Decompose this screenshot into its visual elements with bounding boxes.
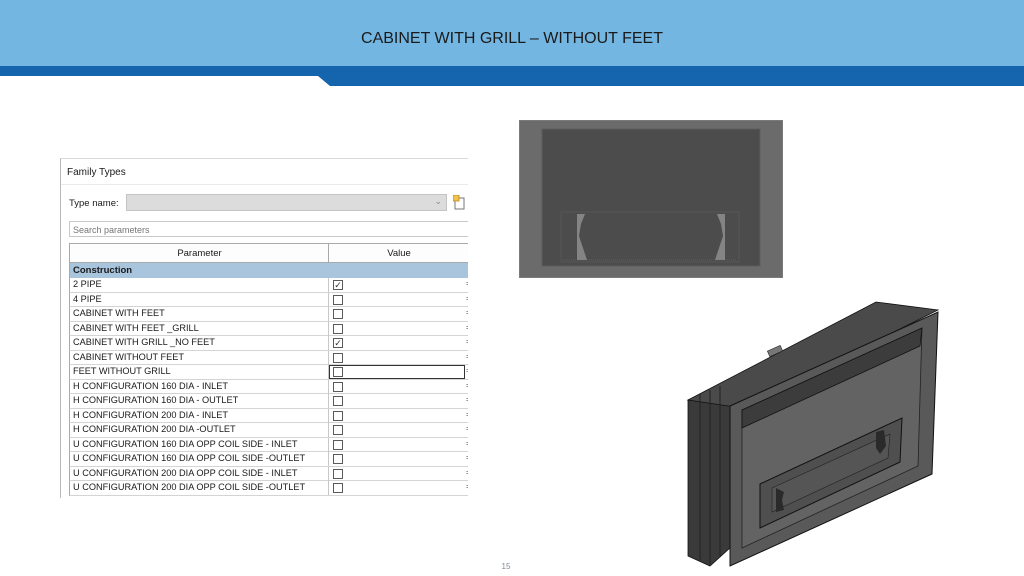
column-divider xyxy=(328,292,329,307)
formula-equals-icon: = xyxy=(466,410,468,419)
table-row[interactable]: 2 PIPE ✓ = xyxy=(69,278,468,293)
column-divider xyxy=(328,321,329,336)
column-divider xyxy=(328,379,329,394)
table-row[interactable]: H CONFIGURATION 160 DIA - OUTLET = xyxy=(69,394,468,409)
cabinet-front-view-image xyxy=(519,120,783,278)
table-row[interactable]: H CONFIGURATION 200 DIA - INLET = xyxy=(69,408,468,423)
table-row[interactable]: U CONFIGURATION 160 DIA OPP COIL SIDE -O… xyxy=(69,452,468,467)
table-header: Parameter Value xyxy=(69,243,468,263)
table-row[interactable]: H CONFIGURATION 200 DIA -OUTLET = xyxy=(69,423,468,438)
column-divider xyxy=(328,408,329,423)
value-checkbox[interactable] xyxy=(333,352,343,363)
value-checkbox[interactable]: ✓ xyxy=(333,280,343,290)
cabinet-isometric-view-image xyxy=(686,301,940,567)
table-row[interactable]: 4 PIPE = xyxy=(69,292,468,307)
formula-equals-icon: = xyxy=(466,439,468,448)
dialog-divider xyxy=(61,184,468,185)
formula-equals-icon: = xyxy=(466,352,468,361)
slide-title: CABINET WITH GRILL – WITHOUT FEET xyxy=(361,30,663,47)
selected-value-cell[interactable] xyxy=(329,365,465,379)
column-divider xyxy=(328,394,329,408)
formula-equals-icon: = xyxy=(466,366,468,375)
parameter-name: CABINET WITH FEET _GRILL xyxy=(73,322,199,333)
value-checkbox[interactable]: ✓ xyxy=(333,338,343,348)
parameter-name: U CONFIGURATION 160 DIA OPP COIL SIDE - … xyxy=(73,438,298,449)
value-checkbox[interactable] xyxy=(333,439,343,450)
formula-equals-icon: = xyxy=(466,482,468,491)
value-checkbox[interactable] xyxy=(333,323,343,334)
parameter-name: 4 PIPE xyxy=(73,293,102,304)
formula-equals-icon: = xyxy=(466,424,468,433)
column-divider xyxy=(328,423,329,437)
value-checkbox[interactable] xyxy=(333,454,343,464)
value-checkbox[interactable] xyxy=(333,381,343,392)
column-divider xyxy=(328,481,329,495)
value-checkbox[interactable] xyxy=(333,309,343,319)
column-divider xyxy=(328,336,329,350)
parameter-name: U CONFIGURATION 200 DIA OPP COIL SIDE - … xyxy=(73,467,298,478)
parameter-rows: 2 PIPE✓=4 PIPE=CABINET WITH FEET=CABINET… xyxy=(69,278,468,496)
table-row[interactable]: CABINET WITH FEET = xyxy=(69,307,468,322)
chevron-down-icon: ⌄ xyxy=(434,196,442,206)
parameter-name: H CONFIGURATION 160 DIA - INLET xyxy=(73,380,229,391)
parameters-table: Parameter Value Construction 2 PIPE✓=4 P… xyxy=(69,243,468,496)
value-checkbox[interactable] xyxy=(333,483,343,493)
dialog-title: Family Types xyxy=(67,167,126,178)
value-checkbox[interactable] xyxy=(333,396,343,406)
parameter-name: U CONFIGURATION 200 DIA OPP COIL SIDE -O… xyxy=(73,482,306,492)
new-type-icon[interactable] xyxy=(453,195,467,210)
table-row[interactable]: FEET WITHOUT GRILL = xyxy=(69,365,468,380)
type-name-label: Type name: xyxy=(69,198,119,209)
parameter-name: H CONFIGURATION 200 DIA - INLET xyxy=(73,409,229,420)
parameter-name: H CONFIGURATION 160 DIA - OUTLET xyxy=(73,395,239,405)
column-divider xyxy=(328,437,329,452)
formula-equals-icon: = xyxy=(466,308,468,317)
column-divider xyxy=(328,307,329,321)
family-types-dialog: Family Types Type name: ⌄ Parameter Valu… xyxy=(60,158,468,498)
column-header-parameter[interactable]: Parameter xyxy=(70,248,329,259)
table-row[interactable]: CABINET WITH GRILL _NO FEET ✓ = xyxy=(69,336,468,351)
parameter-name: CABINET WITHOUT FEET xyxy=(73,351,184,362)
formula-equals-icon: = xyxy=(466,453,468,462)
parameter-name: H CONFIGURATION 200 DIA -OUTLET xyxy=(73,424,236,434)
table-row[interactable]: CABINET WITHOUT FEET = xyxy=(69,350,468,365)
formula-equals-icon: = xyxy=(466,279,468,288)
value-checkbox[interactable] xyxy=(333,410,343,421)
column-divider xyxy=(328,452,329,466)
value-checkbox[interactable] xyxy=(333,367,343,377)
column-header-value[interactable]: Value xyxy=(330,248,468,259)
group-header-construction[interactable]: Construction xyxy=(69,263,468,278)
table-row[interactable]: U CONFIGURATION 200 DIA OPP COIL SIDE -O… xyxy=(69,481,468,496)
formula-equals-icon: = xyxy=(466,294,468,303)
column-divider xyxy=(328,466,329,481)
column-divider xyxy=(328,350,329,365)
parameter-name: CABINET WITH GRILL _NO FEET xyxy=(73,337,215,347)
parameter-name: CABINET WITH FEET xyxy=(73,308,165,318)
search-parameters-input[interactable] xyxy=(69,221,468,237)
column-divider xyxy=(328,244,329,262)
value-checkbox[interactable] xyxy=(333,294,343,305)
table-row[interactable]: U CONFIGURATION 200 DIA OPP COIL SIDE - … xyxy=(69,466,468,481)
table-row[interactable]: CABINET WITH FEET _GRILL = xyxy=(69,321,468,336)
formula-equals-icon: = xyxy=(466,395,468,404)
table-row[interactable]: U CONFIGURATION 160 DIA OPP COIL SIDE - … xyxy=(69,437,468,452)
formula-equals-icon: = xyxy=(466,381,468,390)
table-row[interactable]: H CONFIGURATION 160 DIA - INLET = xyxy=(69,379,468,394)
formula-equals-icon: = xyxy=(466,337,468,346)
value-checkbox[interactable] xyxy=(333,468,343,479)
parameter-name: U CONFIGURATION 160 DIA OPP COIL SIDE -O… xyxy=(73,453,306,463)
parameter-name: 2 PIPE xyxy=(73,279,102,289)
page-number: 15 xyxy=(501,562,511,571)
formula-equals-icon: = xyxy=(466,468,468,477)
type-name-select[interactable]: ⌄ xyxy=(126,194,447,211)
column-divider xyxy=(328,278,329,292)
value-checkbox[interactable] xyxy=(333,425,343,435)
formula-equals-icon: = xyxy=(466,323,468,332)
parameter-name: FEET WITHOUT GRILL xyxy=(73,366,171,376)
